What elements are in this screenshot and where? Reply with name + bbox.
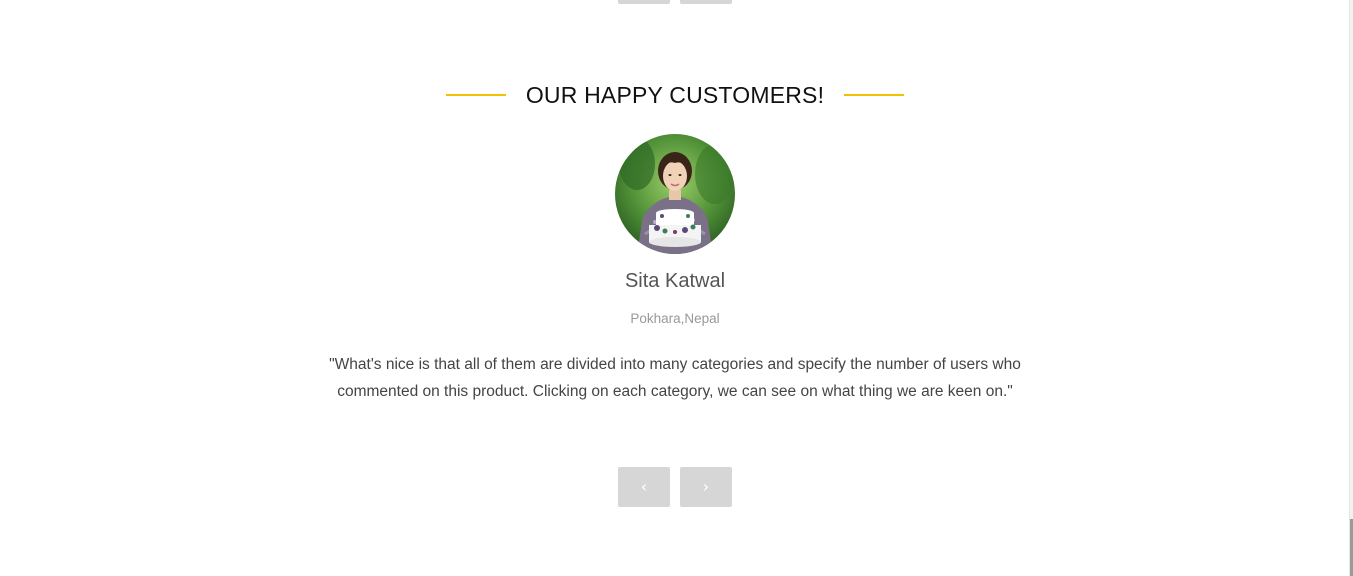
section-title: OUR HAPPY CUSTOMERS! (525, 82, 825, 108)
customer-name: Sita Katwal (624, 270, 726, 292)
next-slide-button[interactable]: › (680, 467, 732, 507)
section-header: OUR HAPPY CUSTOMERS! (0, 78, 1350, 112)
testimonial-quote: "What's nice is that all of them are div… (329, 356, 1021, 400)
chevron-right-icon: › (702, 477, 710, 496)
previous-section-slider-nav (618, 0, 732, 4)
customer-location: Pokhara,Nepal (630, 311, 720, 326)
previous-section-next-button[interactable] (680, 0, 732, 4)
testimonials-page: OUR HAPPY CUSTOMERS! Sita Katwal Pokhara… (0, 0, 1350, 576)
header-right-line (844, 94, 905, 96)
previous-section-prev-button[interactable] (618, 0, 670, 4)
prev-slide-button[interactable]: ‹ (618, 467, 670, 507)
customer-photo (615, 134, 735, 254)
testimonial-slider-nav: ‹ › (618, 467, 732, 507)
customer-avatar (615, 134, 735, 254)
header-left-line (445, 94, 506, 96)
chevron-left-icon: ‹ (640, 477, 648, 496)
vertical-scrollbar[interactable] (1349, 0, 1353, 576)
